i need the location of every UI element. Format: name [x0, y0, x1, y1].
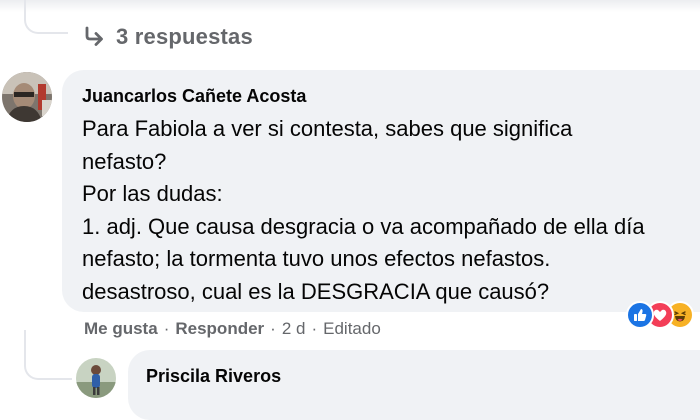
like-button[interactable]: Me gusta	[84, 319, 158, 339]
thread-connector-line	[24, 330, 72, 380]
comment-text: Para Fabiola a ver si contesta, sabes qu…	[82, 116, 645, 304]
edited-label: Editado	[323, 319, 381, 338]
like-icon	[626, 301, 654, 329]
reply-avatar[interactable]	[76, 358, 116, 398]
comment-author-name[interactable]: Juancarlos Cañete Acosta	[82, 86, 306, 107]
top-shadow	[0, 0, 700, 12]
avatar[interactable]	[2, 72, 52, 122]
comment-actions: Me gusta · Responder · 2 d · Editado	[84, 317, 381, 341]
comment-timestamp[interactable]: 2 d	[282, 319, 306, 339]
reaction-summary[interactable]	[626, 300, 694, 330]
separator: ·	[270, 319, 276, 338]
replies-count-label: 3 respuestas	[116, 24, 253, 49]
view-replies-button[interactable]: 3 respuestas	[82, 20, 253, 54]
reply-arrow-icon	[82, 25, 106, 49]
thread-connector-line	[24, 0, 68, 34]
reply-button[interactable]: Responder	[175, 319, 264, 339]
reply-author-name[interactable]: Priscila Riveros	[146, 366, 281, 387]
separator: ·	[311, 319, 318, 338]
separator: ·	[163, 319, 170, 338]
